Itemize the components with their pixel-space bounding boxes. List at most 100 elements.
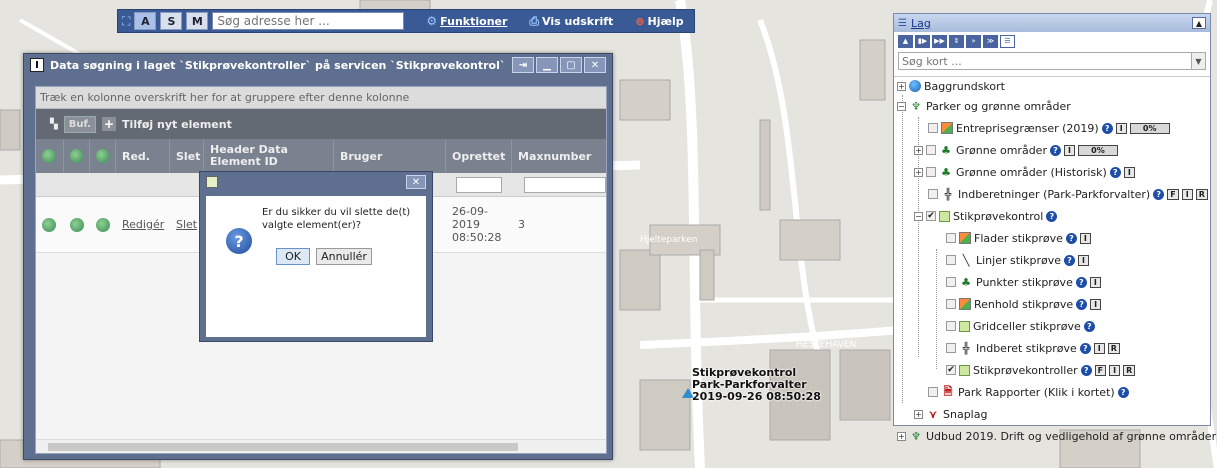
layer-checkbox-checked[interactable]: ✔ (926, 211, 936, 221)
col-header-user[interactable]: Bruger (334, 139, 446, 173)
help-menu[interactable]: ⊛ Hjælp (635, 15, 683, 28)
layer-search-box[interactable]: ▼ (898, 52, 1206, 70)
layer-item-renhold[interactable]: Renhold stikprøve ? I (946, 295, 1102, 313)
layer-checkbox[interactable] (946, 255, 956, 265)
created-filter-input[interactable] (456, 177, 502, 193)
help-icon[interactable]: ? (1153, 188, 1165, 200)
layer-item-flader[interactable]: Flader stikprøve ? I (946, 229, 1091, 247)
ok-button[interactable]: OK (276, 248, 310, 265)
scrollbar-thumb[interactable] (48, 443, 518, 451)
list-icon[interactable]: ☰ (1000, 34, 1015, 48)
opacity-slider[interactable]: 0% (1077, 144, 1118, 156)
dialog-titlebar[interactable]: ✕ (200, 172, 432, 192)
help-icon[interactable]: ? (1046, 210, 1058, 222)
add-icon[interactable]: + (102, 117, 117, 131)
col-header-delete[interactable]: Slet (170, 139, 204, 173)
collapse-tree-icon[interactable]: − (914, 211, 923, 221)
layer-item-udbud[interactable]: + ♆ Udbud 2019. Drift og vedligehold af … (897, 427, 1216, 445)
col-header-created[interactable]: Oprettet (446, 139, 512, 173)
layer-item-linjer[interactable]: ╲ Linjer stikprøve ? I (946, 251, 1089, 269)
layer-item-stikprovekontroller[interactable]: ✔ Stikprøvekontroller ? F I R (946, 361, 1136, 379)
maximize-icon[interactable]: ▢ (560, 57, 582, 73)
filter-tag[interactable]: F (1167, 188, 1179, 200)
maxnumber-filter-input[interactable] (524, 177, 606, 193)
col-header-maxnumber[interactable]: Maxnumber (512, 139, 602, 173)
skip-icon[interactable]: ≫ (983, 34, 998, 48)
layers-title[interactable]: Lag (911, 17, 931, 30)
info-tag[interactable]: I (1093, 342, 1105, 354)
info-tag[interactable]: I (1090, 298, 1102, 310)
layer-checkbox-checked[interactable]: ✔ (946, 365, 956, 375)
help-icon[interactable]: ? (1079, 342, 1091, 354)
layer-item-parker[interactable]: − ♆ Parker og grønne områder (897, 97, 1071, 115)
pin-icon[interactable]: ⇥ (512, 57, 534, 73)
layer-item-baggrundskort[interactable]: + Baggrundskort (897, 77, 1005, 95)
help-icon[interactable]: ? (1101, 122, 1113, 134)
window-titlebar[interactable]: I Data søgning i laget `Stikprøvekontrol… (24, 54, 612, 76)
layer-item-indberet[interactable]: ╬ Indberet stikprøve ? I R (946, 339, 1120, 357)
col-zoom-icon[interactable] (36, 139, 64, 173)
layer-checkbox[interactable] (928, 387, 938, 397)
info-tag[interactable]: I (1181, 188, 1193, 200)
help-icon[interactable]: ? (1065, 232, 1077, 244)
layer-checkbox[interactable] (926, 145, 936, 155)
play-icon[interactable]: ▮▶ (915, 34, 930, 48)
functions-menu[interactable]: ⚙ Funktioner (426, 14, 507, 28)
col-select-icon[interactable] (64, 139, 90, 173)
forward-icon[interactable]: ▶▶ (932, 34, 947, 48)
select-tool-icon[interactable]: ⛶ (122, 14, 130, 29)
info-tag[interactable]: I (1077, 254, 1089, 266)
expand-all-icon[interactable]: ⇕ (949, 34, 964, 48)
layer-checkbox[interactable] (946, 233, 956, 243)
info-tag[interactable]: I (1109, 364, 1121, 376)
col-header-edit[interactable]: Red. (116, 139, 170, 173)
info-tag[interactable]: I (1089, 276, 1101, 288)
help-icon[interactable]: ? (1075, 276, 1087, 288)
layer-search-input[interactable] (899, 53, 1191, 69)
help-icon[interactable]: ? (1109, 166, 1121, 178)
layer-checkbox[interactable] (946, 299, 956, 309)
expand-icon[interactable]: + (914, 145, 923, 155)
horizontal-scrollbar[interactable] (36, 439, 606, 453)
info-tag[interactable]: I (1063, 144, 1075, 156)
help-icon[interactable]: ? (1049, 144, 1061, 156)
buf-button[interactable]: Buf. (63, 115, 97, 133)
info-tag[interactable]: I (1123, 166, 1135, 178)
report-tag[interactable]: R (1195, 188, 1208, 200)
add-element-button[interactable]: Tilføj nyt element (122, 118, 232, 131)
col-pan-icon[interactable] (90, 139, 116, 173)
layer-item-snaplag[interactable]: + ⋎ Snaplag (914, 405, 987, 423)
address-search-input[interactable] (212, 12, 405, 30)
opacity-slider[interactable]: 0% (1129, 122, 1170, 134)
collapse-tree-icon[interactable]: − (897, 101, 906, 111)
fast-forward-icon[interactable]: » (966, 34, 981, 48)
print-menu[interactable]: ⎙ Vis udskrift (529, 14, 613, 29)
col-header-element-id[interactable]: Header Data Element ID (204, 139, 334, 173)
edit-link[interactable]: Redigér (122, 218, 164, 231)
layer-item-stikprovekontrol[interactable]: − ✔ Stikprøvekontrol ? (914, 207, 1058, 225)
expand-icon[interactable]: + (897, 431, 906, 441)
layer-item-park-rapporter[interactable]: 🗎 Park Rapporter (Klik i kortet) ? (928, 383, 1129, 401)
layer-item-gronne[interactable]: + ♣ Grønne områder ? I 0% (914, 141, 1118, 159)
layer-checkbox[interactable] (928, 189, 938, 199)
close-icon[interactable]: ✕ (584, 57, 606, 73)
close-icon[interactable]: ✕ (406, 175, 426, 189)
minimize-icon[interactable]: ▁ (536, 57, 558, 73)
layers-titlebar[interactable]: ☰ Lag ▲ (894, 14, 1210, 32)
expand-icon[interactable]: + (897, 81, 906, 91)
cancel-button[interactable]: Annullér (316, 248, 372, 265)
group-drop-zone[interactable]: Træk en kolonne overskrift her for at gr… (36, 87, 606, 109)
layer-item-gronne-historisk[interactable]: + ♣ Grønne områder (Historisk) ? I (914, 163, 1135, 181)
mode-a-button[interactable]: A (134, 12, 157, 30)
layer-item-entreprise[interactable]: Entreprisegrænser (2019) ? I 0% (928, 119, 1170, 137)
filter-tag[interactable]: F (1094, 364, 1107, 376)
mode-m-button[interactable]: M (186, 12, 209, 30)
row-pan-icon[interactable] (90, 197, 116, 252)
collapse-all-icon[interactable]: ▲ (898, 34, 913, 48)
layer-item-punkter[interactable]: ♣ Punkter stikprøve ? I (946, 273, 1101, 291)
layer-item-gridceller[interactable]: Gridceller stikprøve ? (946, 317, 1095, 335)
mode-s-button[interactable]: S (160, 12, 183, 30)
layer-checkbox[interactable] (946, 277, 956, 287)
layer-checkbox[interactable] (946, 343, 956, 353)
expand-icon[interactable]: + (914, 409, 923, 419)
